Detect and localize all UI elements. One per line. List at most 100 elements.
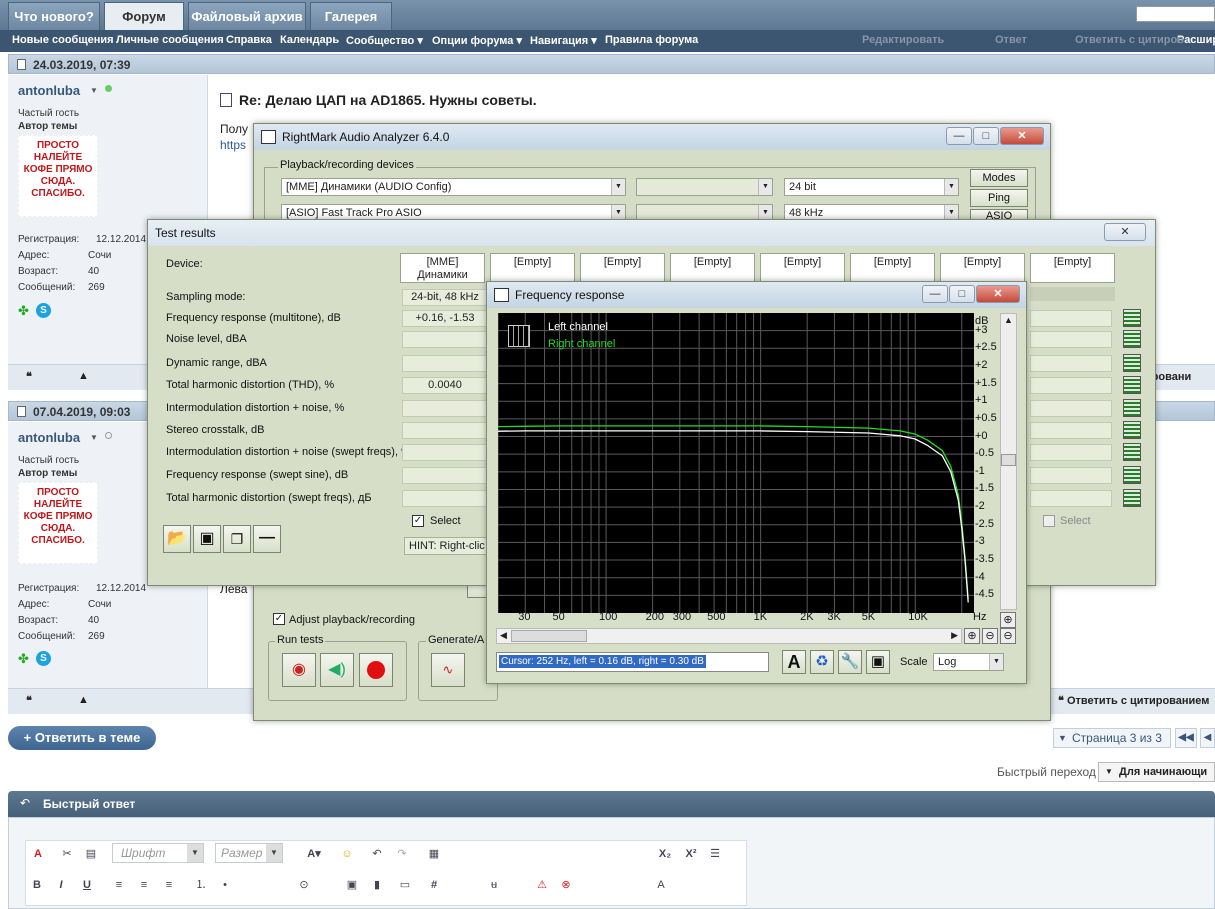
speaker-icon[interactable]: ◀) <box>320 653 354 687</box>
zoom-out-icon[interactable]: ⊖ <box>1000 628 1016 644</box>
font-select[interactable]: Шрифт ▼ <box>112 843 204 863</box>
close-button[interactable]: ✕ <box>976 285 1020 303</box>
icq-icon[interactable]: ✤ <box>18 651 29 667</box>
report-icon[interactable]: ▲ <box>78 370 89 382</box>
post-username[interactable]: antonluba <box>18 83 80 98</box>
tab-gallery[interactable]: Галерея <box>310 2 392 30</box>
quote-icon[interactable]: ▭ <box>396 876 414 894</box>
hash-icon[interactable]: # <box>425 876 443 894</box>
tab-whats-new[interactable]: Что нового? <box>8 2 100 30</box>
adjust-checkbox[interactable]: ✓ <box>273 613 285 625</box>
font-size-icon[interactable]: A <box>652 876 670 894</box>
generate-signal-icon[interactable]: ∿ <box>431 653 465 687</box>
scroll-up-icon[interactable]: ▲ <box>1004 315 1013 325</box>
open-folder-icon[interactable]: 📂 <box>163 525 191 553</box>
scroll-right-icon[interactable]: ▶ <box>951 630 958 641</box>
quote-icon[interactable]: ❝ <box>26 694 32 707</box>
select-checkbox[interactable] <box>1043 515 1055 527</box>
icq-icon[interactable]: ✤ <box>18 303 29 319</box>
graph-view-icon[interactable] <box>1123 376 1141 394</box>
record-button[interactable] <box>359 653 393 687</box>
minimize-button[interactable]: — <box>922 285 948 303</box>
nav-navigation[interactable]: Навигация ▾ <box>530 34 597 47</box>
speaker-test-icon[interactable]: ◉ <box>282 653 316 687</box>
quote-reply-link[interactable]: ❝ Ответить с цитированием <box>1058 694 1209 707</box>
quick-nav-select[interactable]: ▼ Для начинающи <box>1098 762 1215 782</box>
column-header[interactable]: [Empty] <box>760 253 845 283</box>
select-checkbox[interactable]: ✓ <box>412 515 424 527</box>
font-icon[interactable]: A <box>782 650 806 674</box>
bold-icon[interactable]: B <box>28 876 46 894</box>
smiley-icon[interactable]: ☺ <box>338 845 356 863</box>
scrollbar-thumb[interactable] <box>511 630 587 642</box>
post-body-link[interactable]: https <box>220 138 246 152</box>
frequency-plot[interactable]: Left channel Right channel <box>498 313 974 613</box>
warning-icon[interactable]: ⚠ <box>533 876 551 894</box>
save-icon[interactable]: ▣ <box>193 525 221 553</box>
underline-icon[interactable]: U <box>78 876 96 894</box>
skype-icon[interactable]: S <box>36 303 51 318</box>
cut-icon[interactable]: ✂ <box>58 845 76 863</box>
column-header[interactable]: [Empty] <box>670 253 755 283</box>
column-header[interactable]: [Empty] <box>850 253 935 283</box>
tab-forum[interactable]: Форум <box>104 2 184 30</box>
graph-view-icon[interactable] <box>1123 354 1141 372</box>
user-menu-chevron-icon[interactable]: ▼ <box>90 86 98 95</box>
graph-view-icon[interactable] <box>1123 466 1141 484</box>
column-header[interactable]: [MME] Динамики <box>400 253 485 283</box>
link-icon[interactable]: ⊙ <box>295 876 313 894</box>
image-icon[interactable]: ▣ <box>343 876 361 894</box>
strike-icon[interactable]: ʉ <box>485 876 503 894</box>
scroll-left-icon[interactable]: ◀ <box>500 630 507 641</box>
graph-view-icon[interactable] <box>1123 399 1141 417</box>
minus-icon[interactable]: — <box>253 525 281 553</box>
superscript-icon[interactable]: X² <box>682 845 700 863</box>
save-icon[interactable]: ▣ <box>866 650 890 674</box>
italic-icon[interactable]: I <box>52 876 70 894</box>
horizontal-scrollbar[interactable]: ◀ ▶ <box>496 628 962 644</box>
prev-page-button[interactable]: ◀ <box>1200 728 1215 748</box>
column-header[interactable]: [Empty] <box>1030 253 1115 283</box>
report-icon[interactable]: ▲ <box>78 694 89 706</box>
nav-new-posts[interactable]: Новые сообщения <box>12 34 114 46</box>
column-header[interactable]: [Empty] <box>580 253 665 283</box>
video-icon[interactable]: ▮ <box>368 876 386 894</box>
nav-private-messages[interactable]: Личные сообщения <box>116 34 224 46</box>
graph-view-icon[interactable] <box>1123 489 1141 507</box>
page-dropdown-icon[interactable]: ▼ <box>1058 729 1067 747</box>
playback-device-select[interactable]: [MME] Динамики (AUDIO Config) ▼ <box>281 178 626 196</box>
column-header[interactable]: [Empty] <box>940 253 1025 283</box>
user-menu-chevron-icon[interactable]: ▼ <box>90 433 98 442</box>
error-icon[interactable]: ⊗ <box>557 876 575 894</box>
first-page-button[interactable]: ◀◀ <box>1175 728 1197 748</box>
remove-format-icon[interactable]: A <box>29 845 47 863</box>
tab-file-archive[interactable]: Файловый архив <box>188 2 306 30</box>
nav-calendar[interactable]: Календарь <box>280 34 339 46</box>
subscript-icon[interactable]: X₂ <box>656 845 674 863</box>
hr-icon[interactable]: ☰ <box>706 845 724 863</box>
reply-thread-button[interactable]: + Ответить в теме <box>8 726 156 750</box>
scrollbar-thumb[interactable] <box>1001 454 1016 466</box>
legend-toggle-icon[interactable] <box>508 325 530 347</box>
redo-icon[interactable]: ↷ <box>393 845 411 863</box>
refresh-icon[interactable]: ♻ <box>810 650 834 674</box>
close-button[interactable]: ✕ <box>1104 223 1146 241</box>
column-header[interactable]: [Empty] <box>490 253 575 283</box>
size-select[interactable]: Размер ▼ <box>215 843 283 863</box>
close-button[interactable]: ✕ <box>1000 127 1044 145</box>
graph-view-icon[interactable] <box>1123 330 1141 348</box>
nav-rules[interactable]: Правила форума <box>605 34 698 46</box>
wrench-icon[interactable]: 🔧 <box>838 650 862 674</box>
align-right-icon[interactable]: ≡ <box>160 876 178 894</box>
align-left-icon[interactable]: ≡ <box>110 876 128 894</box>
vertical-scrollbar[interactable]: ▲ <box>1000 313 1017 610</box>
playback-mode-select[interactable]: ▼ <box>636 178 773 196</box>
bullet-list-icon[interactable]: • <box>216 876 234 894</box>
nav-community[interactable]: Сообщество ▾ <box>346 34 423 47</box>
copy-icon[interactable]: ❐ <box>223 525 251 553</box>
nav-forum-options[interactable]: Опции форума ▾ <box>432 34 522 47</box>
table-icon[interactable]: ▦ <box>425 845 443 863</box>
forum-search-input[interactable] <box>1136 6 1215 22</box>
align-center-icon[interactable]: ≡ <box>135 876 153 894</box>
ordered-list-icon[interactable]: ⒈ <box>192 876 210 894</box>
